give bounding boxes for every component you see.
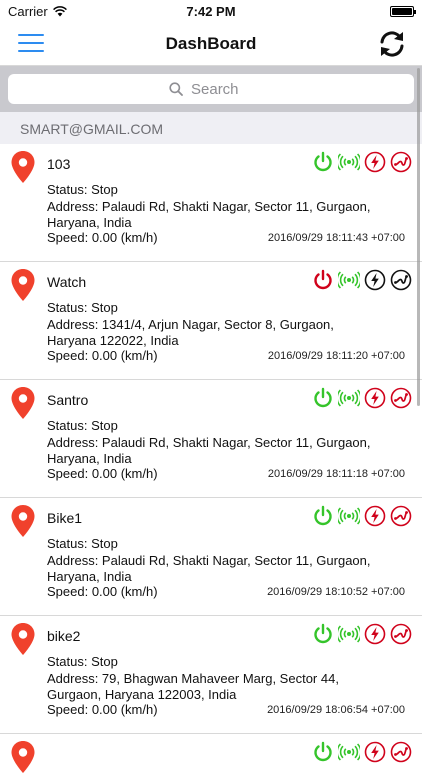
device-name: Bike1 xyxy=(47,510,83,526)
device-timestamp: 2016/09/29 18:06:54 +07:00 xyxy=(267,704,405,716)
ignition-bolt-icon[interactable] xyxy=(364,505,386,527)
device-timestamp: 2016/09/29 18:11:20 +07:00 xyxy=(267,350,405,362)
device-name: bike2 xyxy=(47,628,81,644)
ignition-bolt-icon[interactable] xyxy=(364,623,386,645)
device-row[interactable] xyxy=(0,734,422,773)
device-row[interactable]: Bike1 Status: Stop Address: Palaudi Rd, S… xyxy=(0,498,422,616)
signal-icon[interactable] xyxy=(338,269,360,291)
menu-icon-line xyxy=(18,50,44,52)
status-bar: Carrier 7:42 PM xyxy=(0,0,422,22)
device-timestamp: 2016/09/29 18:11:43 +07:00 xyxy=(267,232,405,244)
device-name: Watch xyxy=(47,274,87,290)
signal-icon[interactable] xyxy=(338,151,360,173)
signal-icon[interactable] xyxy=(338,505,360,527)
device-status: Status: Stop xyxy=(47,300,118,315)
nav-bar: DashBoard xyxy=(0,22,422,66)
device-row[interactable]: bike2 Status: Stop Address: 79, Bhagwan M… xyxy=(0,616,422,734)
search-input[interactable] xyxy=(189,79,253,99)
power-icon[interactable] xyxy=(312,505,334,527)
device-address: Address: 1341/4, Arjun Nagar, Sector 8, … xyxy=(47,317,334,348)
device-speed: Speed: 0.00 (km/h) xyxy=(47,348,158,363)
power-icon[interactable] xyxy=(312,151,334,173)
device-speed: Speed: 0.00 (km/h) xyxy=(47,230,158,245)
signal-icon[interactable] xyxy=(338,741,360,763)
device-timestamp: 2016/09/29 18:10:52 +07:00 xyxy=(267,586,405,598)
menu-icon-line xyxy=(18,42,44,44)
route-icon[interactable] xyxy=(390,623,412,645)
device-row[interactable]: Watch Status: Stop Address: 1341/4, Arjun… xyxy=(0,262,422,380)
ignition-bolt-icon[interactable] xyxy=(364,387,386,409)
location-pin-icon xyxy=(11,741,35,773)
ignition-bolt-icon[interactable] xyxy=(364,151,386,173)
scrollbar[interactable] xyxy=(417,68,420,406)
device-address: Address: Palaudi Rd, Shakti Nagar, Secto… xyxy=(47,435,371,466)
search-field[interactable] xyxy=(8,74,414,104)
account-section-header: SMART@GMAIL.COM xyxy=(0,112,422,144)
power-icon[interactable] xyxy=(312,269,334,291)
device-status-icons xyxy=(312,387,412,409)
ignition-bolt-icon[interactable] xyxy=(364,741,386,763)
power-icon[interactable] xyxy=(312,623,334,645)
device-speed: Speed: 0.00 (km/h) xyxy=(47,466,158,481)
device-status: Status: Stop xyxy=(47,418,118,433)
device-status-icons xyxy=(312,151,412,173)
device-speed: Speed: 0.00 (km/h) xyxy=(47,584,158,599)
device-status-icons xyxy=(312,741,412,763)
device-address: Address: Palaudi Rd, Shakti Nagar, Secto… xyxy=(47,553,371,584)
route-icon[interactable] xyxy=(390,741,412,763)
device-speed: Speed: 0.00 (km/h) xyxy=(47,702,158,717)
power-icon[interactable] xyxy=(312,741,334,763)
device-status-icons xyxy=(312,269,412,291)
status-bar-right xyxy=(390,5,416,17)
power-icon[interactable] xyxy=(312,387,334,409)
device-row[interactable]: Santro Status: Stop Address: Palaudi Rd, … xyxy=(0,380,422,498)
location-pin-icon xyxy=(11,387,35,419)
search-bar xyxy=(0,66,422,112)
refresh-icon[interactable] xyxy=(376,28,408,60)
signal-icon[interactable] xyxy=(338,623,360,645)
menu-icon-line xyxy=(18,34,44,36)
device-address: Address: 79, Bhagwan Mahaveer Marg, Sect… xyxy=(47,671,339,702)
device-name: 103 xyxy=(47,156,71,172)
clock: 7:42 PM xyxy=(186,3,236,19)
signal-icon[interactable] xyxy=(338,387,360,409)
device-status-icons xyxy=(312,505,412,527)
device-name: Santro xyxy=(47,392,89,408)
route-icon[interactable] xyxy=(390,387,412,409)
location-pin-icon xyxy=(11,623,35,655)
route-icon[interactable] xyxy=(390,269,412,291)
battery-icon xyxy=(390,5,416,17)
location-pin-icon xyxy=(11,505,35,537)
page-title: DashBoard xyxy=(165,33,257,53)
device-address: Address: Palaudi Rd, Shakti Nagar, Secto… xyxy=(47,199,371,230)
ignition-bolt-icon[interactable] xyxy=(364,269,386,291)
device-status-icons xyxy=(312,623,412,645)
device-list: 103 Status: Stop Address: Palaudi Rd, Sha… xyxy=(0,144,422,773)
device-status: Status: Stop xyxy=(47,654,118,669)
location-pin-icon xyxy=(11,151,35,183)
device-status: Status: Stop xyxy=(47,536,118,551)
search-icon xyxy=(169,82,183,96)
device-timestamp: 2016/09/29 18:11:18 +07:00 xyxy=(267,468,405,480)
route-icon[interactable] xyxy=(390,505,412,527)
device-row[interactable]: 103 Status: Stop Address: Palaudi Rd, Sha… xyxy=(0,144,422,262)
menu-button[interactable] xyxy=(18,32,44,54)
route-icon[interactable] xyxy=(390,151,412,173)
location-pin-icon xyxy=(11,269,35,301)
device-status: Status: Stop xyxy=(47,182,118,197)
